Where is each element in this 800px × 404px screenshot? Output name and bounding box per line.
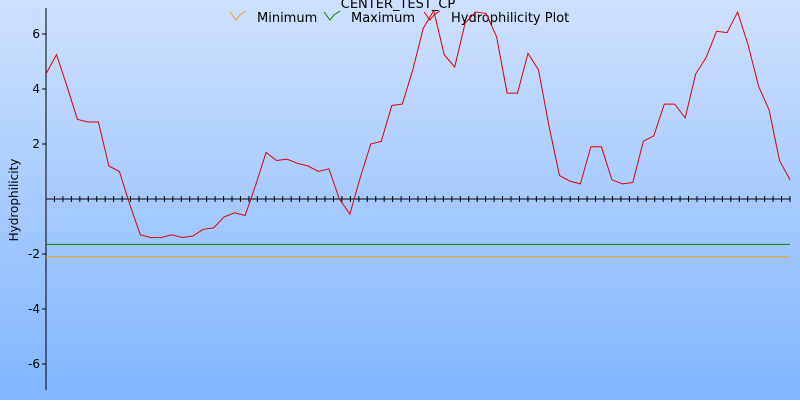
- legend: Minimum Maximum Hydrophilicity Plot: [229, 10, 569, 26]
- legend-label: Maximum: [351, 11, 415, 26]
- legend-label: Hydrophilicity Plot: [451, 11, 569, 26]
- y-axis-label: Hydrophilicity: [7, 159, 21, 242]
- y-tick-label: -6: [28, 357, 40, 371]
- legend-label: Minimum: [257, 11, 317, 26]
- chart-svg: CENTER_TEST_CP Minimum Maximum Hydrophilic…: [0, 0, 800, 400]
- hydrophilicity-chart: CENTER_TEST_CP Minimum Maximum Hydrophilic…: [0, 0, 800, 400]
- y-tick-label: 2: [32, 137, 40, 151]
- y-tick-label: -2: [28, 247, 40, 261]
- y-tick-label: 6: [32, 27, 40, 41]
- y-tick-label: 4: [32, 82, 40, 96]
- y-tick-label: -4: [28, 302, 40, 316]
